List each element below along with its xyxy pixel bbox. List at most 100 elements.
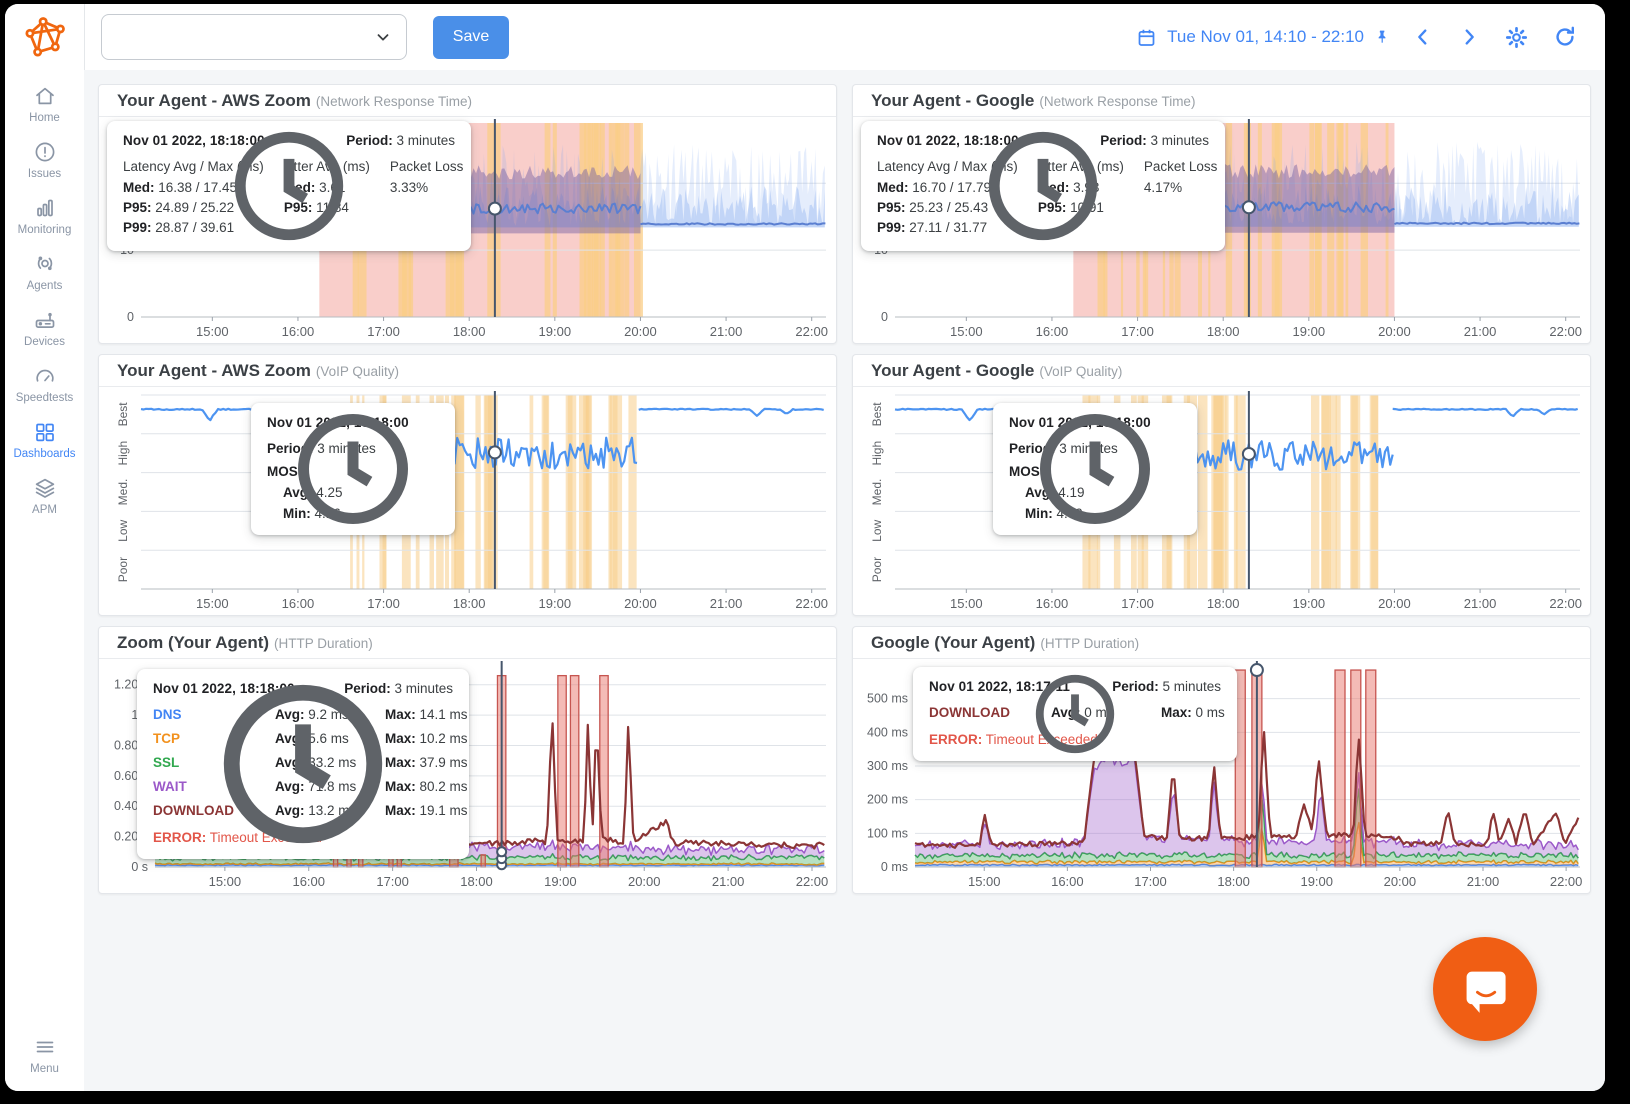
svg-text:19:00: 19:00	[539, 596, 572, 611]
chart-subtitle: (HTTP Duration)	[1040, 636, 1139, 651]
sidebar-item-dashboards[interactable]: Dashboards	[5, 420, 84, 460]
sidebar-item-speedtests[interactable]: Speedtests	[5, 364, 84, 404]
chart-plot-area: 15:0016:0017:0018:0019:0020:0021:0022:00…	[853, 387, 1590, 615]
svg-text:15:00: 15:00	[950, 324, 983, 339]
next-range-button[interactable]	[1456, 24, 1482, 50]
svg-text:17:00: 17:00	[1134, 874, 1167, 889]
chart-title: Your Agent - AWS Zoom	[117, 361, 311, 380]
clock-icon	[137, 669, 469, 859]
svg-text:18:00: 18:00	[453, 324, 486, 339]
app-logo[interactable]	[5, 4, 85, 70]
svg-text:21:00: 21:00	[712, 874, 745, 889]
chart-card-header: Google (Your Agent) (HTTP Duration)	[853, 627, 1590, 659]
sidebar-item-home[interactable]: Home	[5, 84, 84, 124]
svg-text:0 s: 0 s	[131, 860, 148, 874]
chart-card-header: Your Agent - Google(Network Response Tim…	[853, 85, 1590, 117]
sidebar-item-devices[interactable]: Devices	[5, 308, 84, 348]
chart-title: Your Agent - Google	[871, 361, 1034, 380]
clock-icon	[993, 403, 1197, 535]
devices-icon	[33, 308, 57, 332]
svg-text:15:00: 15:00	[196, 596, 229, 611]
dashboard-content: Your Agent - AWS Zoom (Network Response T…	[84, 70, 1605, 1091]
sidebar-item-label: Menu	[30, 1063, 59, 1075]
refresh-button[interactable]	[1551, 23, 1579, 51]
svg-text:16:00: 16:00	[282, 596, 315, 611]
save-button[interactable]: Save	[433, 16, 509, 59]
sidebar-item-label: Home	[29, 112, 60, 124]
chart-hover-tooltip: Nov 01 2022, 18:18:00Period: 3 minutesMO…	[993, 403, 1197, 535]
svg-text:22:00: 22:00	[796, 874, 829, 889]
svg-text:22:00: 22:00	[795, 324, 828, 339]
svg-text:High: High	[116, 441, 130, 466]
svg-text:17:00: 17:00	[367, 324, 400, 339]
svg-text:16:00: 16:00	[292, 874, 325, 889]
topbar-right-controls: Tue Nov 01, 14:10 - 22:10	[1136, 23, 1579, 52]
settings-button[interactable]	[1502, 23, 1531, 52]
svg-text:Low: Low	[116, 519, 130, 541]
chart-canvas[interactable]: 15:0016:0017:0018:0019:0020:0021:0022:00…	[853, 387, 1590, 615]
chart-title: Zoom (Your Agent)	[117, 633, 269, 652]
svg-text:16:00: 16:00	[1036, 596, 1069, 611]
svg-text:15:00: 15:00	[209, 874, 242, 889]
svg-text:17:00: 17:00	[1121, 596, 1154, 611]
svg-text:20:00: 20:00	[1378, 596, 1411, 611]
chart-hover-tooltip: Nov 01 2022, 18:18:00Period: 3 minutesLa…	[107, 121, 471, 251]
sidebar-item-issues[interactable]: Issues	[5, 140, 84, 180]
date-range-picker[interactable]: Tue Nov 01, 14:10 - 22:10	[1136, 27, 1390, 48]
svg-text:Best: Best	[870, 402, 884, 427]
svg-text:16:00: 16:00	[282, 324, 315, 339]
chart-hover-tooltip: Nov 01 2022, 18:17:11Period: 5 minutesDO…	[913, 667, 1237, 761]
chart-title: Google (Your Agent)	[871, 633, 1035, 652]
chart-card-2: Your Agent - AWS Zoom (VoIP Quality) 15:00…	[98, 354, 837, 616]
chart-card-5: Google (Your Agent)(HTTP Duration)15:001…	[852, 626, 1591, 894]
chart-subtitle: (Network Response Time)	[1039, 94, 1195, 109]
chat-launcher-button[interactable]	[1433, 937, 1537, 1041]
monitoring-icon	[33, 196, 57, 220]
chart-hover-tooltip: Nov 01 2022, 18:18:00Period: 3 minutesDN…	[137, 669, 469, 859]
svg-text:19:00: 19:00	[544, 874, 577, 889]
svg-text:Med.: Med.	[870, 479, 884, 506]
sidebar-item-apm[interactable]: APM	[5, 476, 84, 516]
svg-text:22:00: 22:00	[1549, 596, 1582, 611]
svg-text:400 ms: 400 ms	[867, 725, 908, 739]
refresh-icon	[1553, 25, 1577, 49]
chart-subtitle: (Network Response Time)	[316, 94, 472, 109]
svg-text:21:00: 21:00	[1467, 874, 1500, 889]
clock-icon	[107, 121, 471, 251]
svg-text:Med.: Med.	[116, 479, 130, 506]
pin-icon[interactable]	[1374, 29, 1390, 45]
svg-text:21:00: 21:00	[710, 596, 743, 611]
chevron-left-icon	[1412, 26, 1434, 48]
svg-text:200 ms: 200 ms	[867, 793, 908, 807]
chart-card-1: Your Agent - Google(Network Response Tim…	[852, 84, 1591, 344]
svg-text:20:00: 20:00	[628, 874, 661, 889]
app-window: Save Tue Nov 01, 14:10 - 22:10 Home Issue…	[5, 4, 1605, 1091]
svg-text:18:00: 18:00	[460, 874, 493, 889]
svg-text:0 ms: 0 ms	[881, 860, 908, 874]
chart-card-header: Your Agent - Google(VoIP Quality)	[853, 355, 1590, 387]
svg-text:20:00: 20:00	[1384, 874, 1417, 889]
svg-text:21:00: 21:00	[710, 324, 743, 339]
chart-card-0: Your Agent - AWS Zoom(Network Response T…	[98, 84, 837, 344]
svg-text:0: 0	[881, 310, 888, 324]
chart-subtitle: (VoIP Quality)	[316, 364, 399, 379]
clock-icon	[251, 403, 455, 535]
chart-plot-area: 15:00 16:00 17:00 18:00 19:00 20:00 21:00 22:00…	[99, 659, 836, 893]
chart-canvas[interactable]: 15:0016:0017:0018:0019:0020:0021:0022:00…	[99, 387, 836, 615]
dashboard-select[interactable]	[101, 14, 407, 60]
dashboards-icon	[33, 420, 57, 444]
sidebar-item-menu[interactable]: Menu	[5, 1035, 84, 1075]
home-icon	[33, 84, 57, 108]
svg-text:20:00: 20:00	[624, 596, 657, 611]
svg-text:20:00: 20:00	[1378, 324, 1411, 339]
prev-range-button[interactable]	[1410, 24, 1436, 50]
sidebar-item-monitoring[interactable]: Monitoring	[5, 196, 84, 236]
svg-text:17:00: 17:00	[367, 596, 400, 611]
svg-text:High: High	[870, 441, 884, 466]
svg-text:Poor: Poor	[116, 557, 130, 582]
svg-text:22:00: 22:00	[1550, 874, 1583, 889]
calendar-icon	[1136, 27, 1157, 48]
svg-text:17:00: 17:00	[376, 874, 409, 889]
sidebar-item-agents[interactable]: Agents	[5, 252, 84, 292]
chart-hover-tooltip: Nov 01 2022, 18:18:00Period: 3 minutesLa…	[861, 121, 1225, 251]
